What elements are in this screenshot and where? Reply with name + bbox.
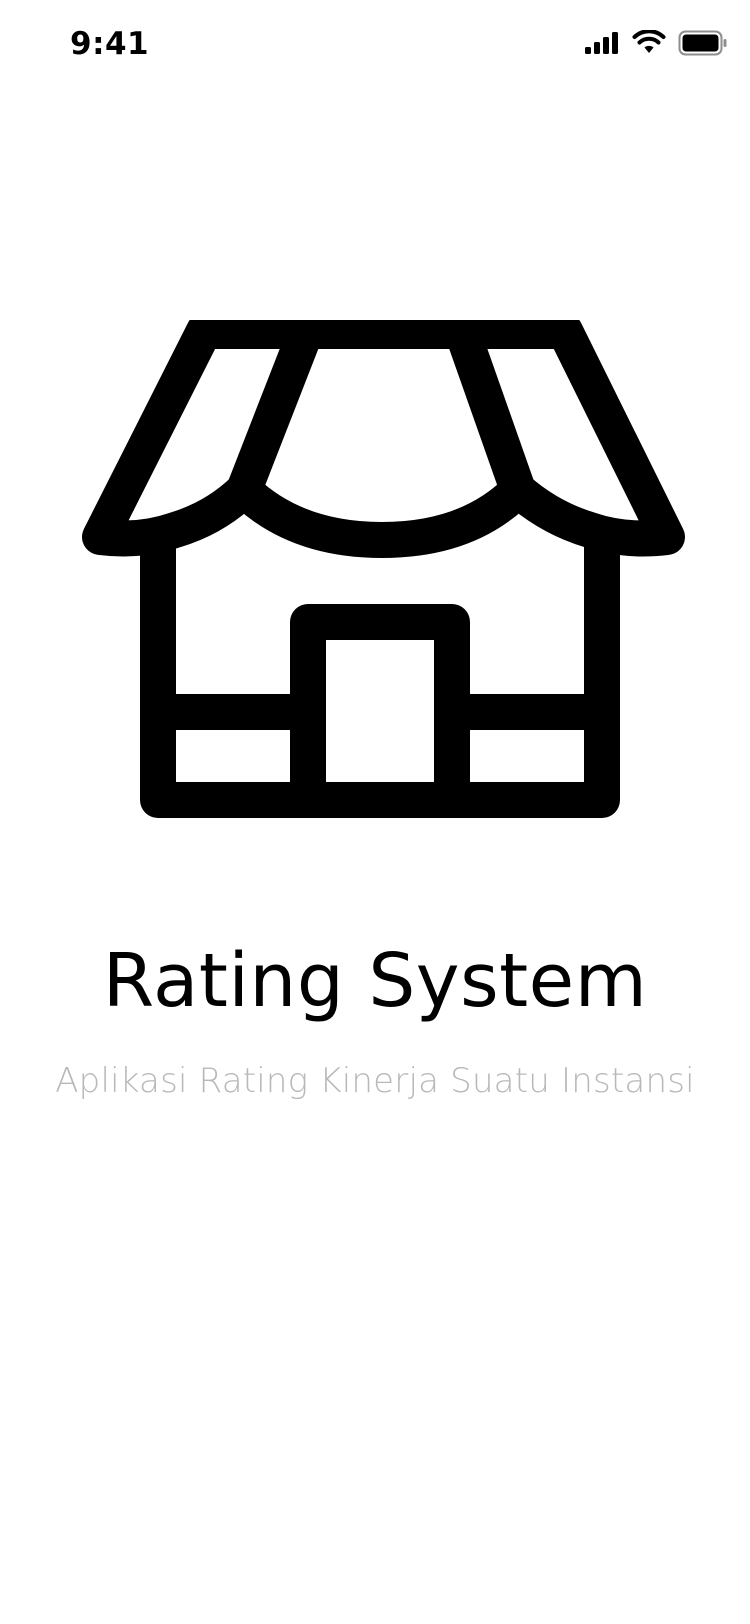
status-bar: 9:41 (0, 0, 750, 92)
wifi-icon (632, 30, 666, 56)
cellular-signal-icon (584, 31, 620, 55)
status-time: 9:41 (70, 26, 150, 62)
app-subtitle: Aplikasi Rating Kinerja Suatu Instansi (55, 1061, 695, 1101)
battery-icon (678, 30, 728, 56)
storefront-icon (80, 320, 710, 852)
app-title: Rating System (102, 938, 648, 1024)
status-icons (584, 30, 728, 56)
